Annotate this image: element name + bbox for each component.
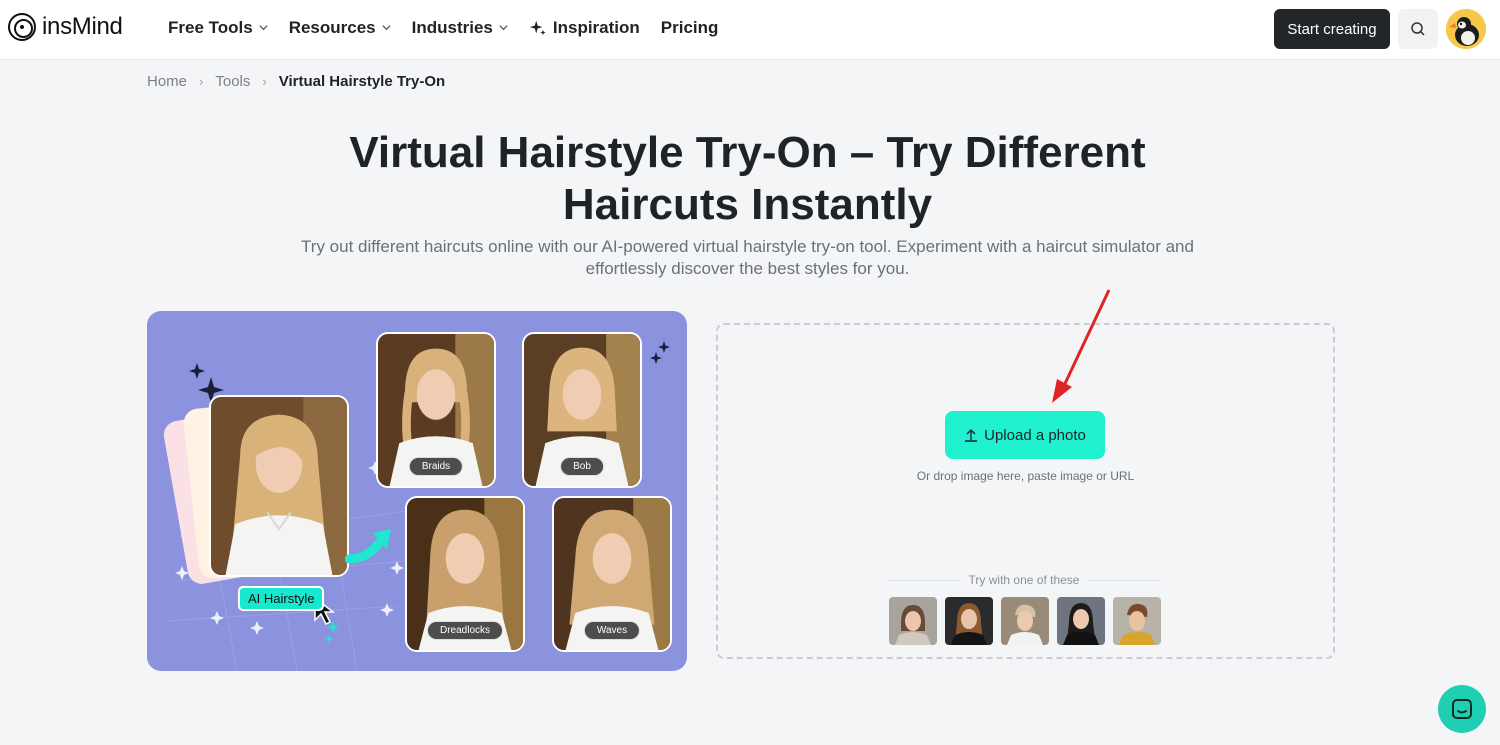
sample-image-1[interactable] bbox=[889, 597, 937, 645]
nav-inspiration-label: Inspiration bbox=[552, 18, 640, 37]
search-icon bbox=[1411, 22, 1425, 36]
sample-image-2[interactable] bbox=[945, 597, 993, 645]
portrait-illustration bbox=[211, 397, 347, 575]
chat-icon bbox=[1452, 699, 1472, 719]
chevron-down-icon bbox=[259, 24, 268, 30]
nav-free-tools-label: Free Tools bbox=[168, 18, 253, 37]
upload-icon bbox=[965, 429, 978, 442]
nav-industries[interactable]: Industries bbox=[412, 18, 508, 38]
style-label-waves: Waves bbox=[583, 621, 641, 640]
page-title-line-2: Haircuts Instantly bbox=[562, 180, 933, 229]
insmind-logo-icon bbox=[8, 13, 36, 41]
style-thumb-dreadlocks: Dreadlocks bbox=[405, 496, 525, 652]
insmind-logo[interactable]: insMind bbox=[8, 13, 123, 41]
style-label-braids: Braids bbox=[408, 457, 464, 476]
page-subtitle-line-2: effortlessly discover the best styles fo… bbox=[585, 259, 910, 278]
upload-photo-button[interactable]: Upload a photo bbox=[945, 411, 1105, 459]
upload-photo-label: Upload a photo bbox=[984, 426, 1086, 444]
breadcrumb-separator-icon: › bbox=[199, 74, 204, 89]
style-thumb-bob: Bob bbox=[522, 332, 642, 488]
chevron-down-icon bbox=[382, 24, 391, 30]
sample-portrait bbox=[1057, 597, 1105, 645]
style-thumb-waves: Waves bbox=[552, 496, 672, 652]
breadcrumb: Home › Tools › Virtual Hairstyle Try-On bbox=[147, 73, 445, 90]
curved-arrow-icon bbox=[345, 529, 391, 564]
page-subtitle: Try out different haircuts online with o… bbox=[260, 236, 1235, 280]
page-subtitle-line-1: Try out different haircuts online with o… bbox=[301, 237, 1194, 256]
drop-hint-text: Or drop image here, paste image or URL bbox=[916, 469, 1135, 483]
sparkle-decoration-icon bbox=[325, 621, 339, 643]
nav-free-tools[interactable]: Free Tools bbox=[168, 18, 268, 38]
nav-resources-label: Resources bbox=[288, 18, 376, 37]
start-creating-button[interactable]: Start creating bbox=[1274, 9, 1390, 49]
breadcrumb-current: Virtual Hairstyle Try-On bbox=[278, 73, 446, 90]
nav-inspiration[interactable]: Inspiration bbox=[529, 18, 640, 38]
user-avatar[interactable] bbox=[1446, 9, 1486, 49]
nav-pricing-label: Pricing bbox=[660, 18, 719, 37]
style-thumb-braids: Braids bbox=[376, 332, 496, 488]
page-title-line-1: Virtual Hairstyle Try-On – Try Different bbox=[349, 128, 1146, 177]
main-nav: Free Tools Resources Industries Inspirat… bbox=[168, 0, 739, 56]
nav-pricing[interactable]: Pricing bbox=[661, 18, 719, 38]
sample-images bbox=[889, 597, 1169, 645]
breadcrumb-tools[interactable]: Tools bbox=[215, 73, 250, 90]
chevron-down-icon bbox=[499, 24, 508, 30]
sample-divider: Try with one of these bbox=[888, 573, 1161, 587]
sample-portrait bbox=[945, 597, 993, 645]
search-button[interactable] bbox=[1398, 9, 1438, 49]
ai-hairstyle-chip: AI Hairstyle bbox=[238, 586, 325, 611]
sparkle-icon bbox=[529, 20, 546, 36]
page-title: Virtual Hairstyle Try-On – Try Different… bbox=[300, 127, 1195, 231]
nav-resources[interactable]: Resources bbox=[289, 18, 391, 38]
divider-line bbox=[1087, 579, 1161, 581]
style-label-dreadlocks: Dreadlocks bbox=[426, 621, 504, 640]
sample-image-3[interactable] bbox=[1001, 597, 1049, 645]
sample-portrait bbox=[1113, 597, 1161, 645]
style-label-bob: Bob bbox=[560, 457, 604, 476]
chat-support-button[interactable] bbox=[1438, 685, 1486, 733]
sample-label: Try with one of these bbox=[968, 573, 1080, 587]
sample-portrait bbox=[889, 597, 937, 645]
hairstyle-demo-image: Braids Bob Dreadlocks Waves bbox=[147, 311, 687, 671]
brand-name: insMind bbox=[42, 13, 123, 40]
puffin-avatar-icon bbox=[1446, 9, 1486, 49]
breadcrumb-home[interactable]: Home bbox=[147, 73, 187, 90]
divider-line bbox=[888, 579, 961, 581]
sample-portrait bbox=[1001, 597, 1049, 645]
sample-image-5[interactable] bbox=[1113, 597, 1161, 645]
top-navigation-bar: insMind Free Tools Resources Industries … bbox=[0, 0, 1500, 60]
sample-image-4[interactable] bbox=[1057, 597, 1105, 645]
sparkle-decoration-icon bbox=[650, 341, 670, 364]
nav-industries-label: Industries bbox=[411, 18, 493, 37]
breadcrumb-separator-icon: › bbox=[262, 74, 267, 89]
original-portrait bbox=[209, 395, 349, 577]
